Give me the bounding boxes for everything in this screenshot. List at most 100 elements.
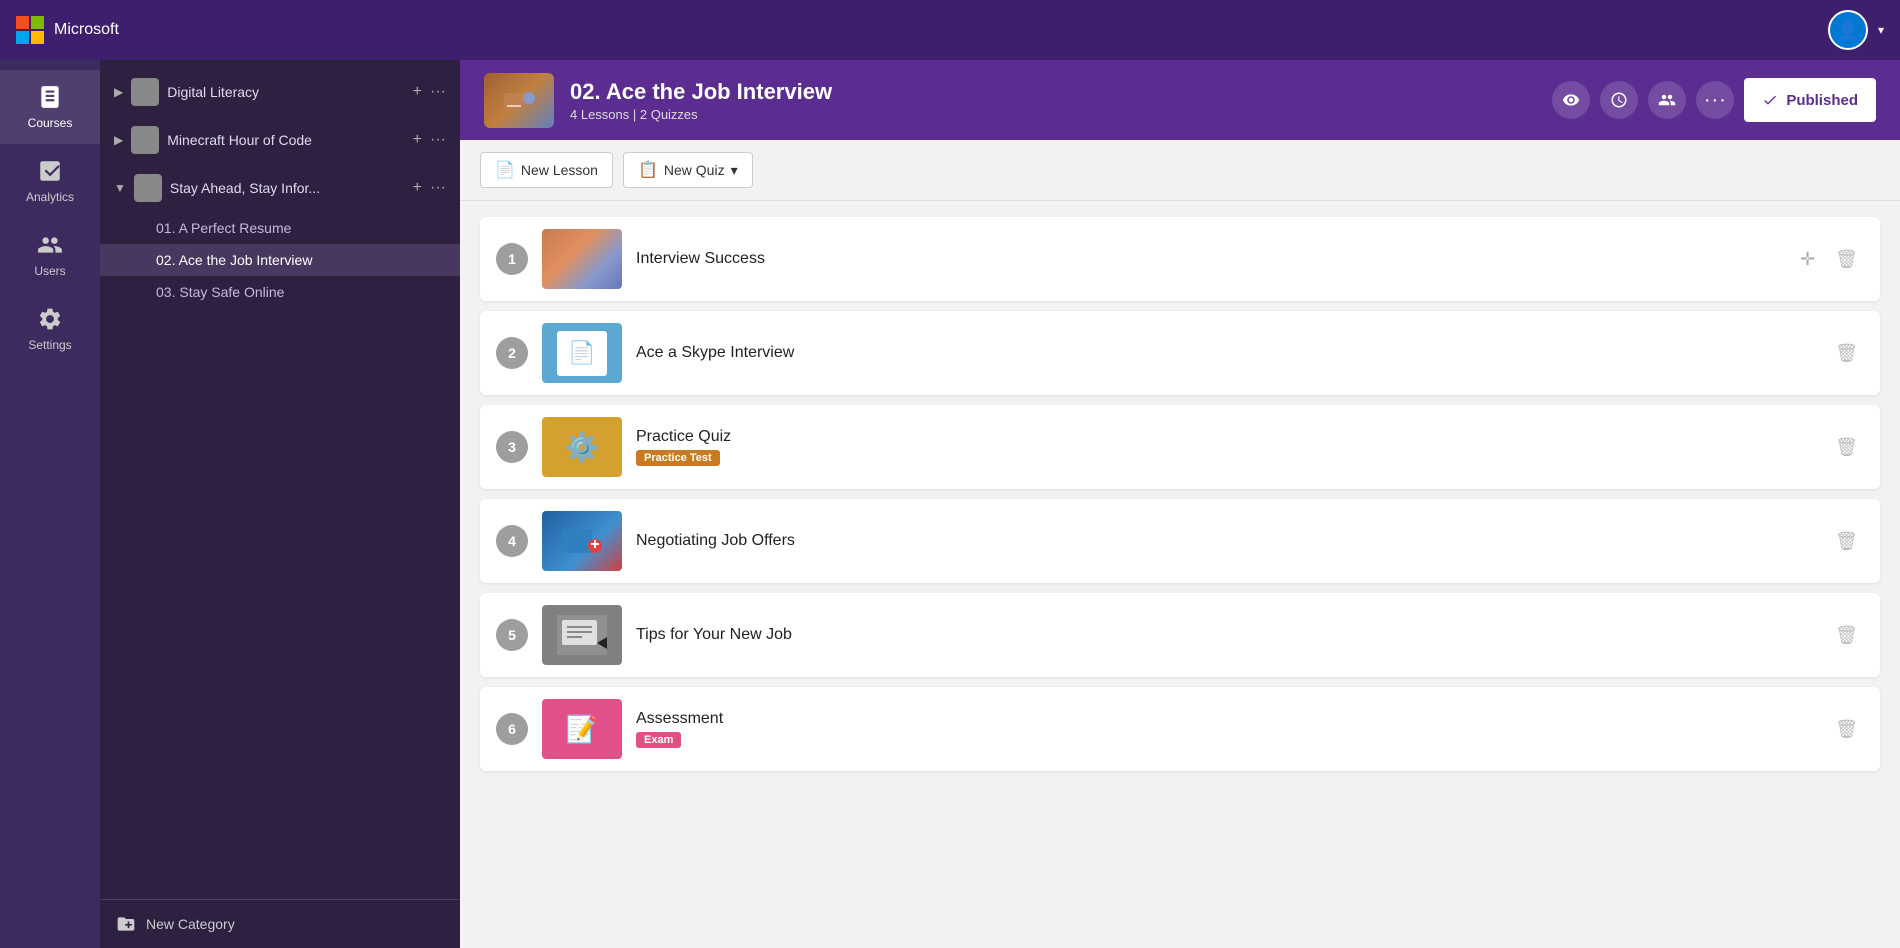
topbar: Microsoft 👤 ▾ <box>0 0 1900 60</box>
item-number-2: 2 <box>496 337 528 369</box>
item-card-6[interactable]: 6 📝 Assessment Exam 🗑 <box>480 687 1880 771</box>
delete-button-6[interactable]: 🗑 <box>1829 713 1864 746</box>
more-button-digital[interactable]: ··· <box>430 83 446 101</box>
course-actions-stay-ahead: + ··· <box>413 179 446 197</box>
item-name-5: Tips for Your New Job <box>636 626 1815 644</box>
item-number-5: 5 <box>496 619 528 651</box>
thumb-5-svg <box>557 615 607 655</box>
item-name-6: Assessment <box>636 710 1815 728</box>
courses-icon <box>37 84 63 110</box>
add-button-digital[interactable]: + <box>413 83 422 101</box>
item-thumb-2: 📄 <box>542 323 622 383</box>
add-button-minecraft[interactable]: + <box>413 131 422 149</box>
analytics-icon <box>37 158 63 184</box>
new-lesson-label: New Lesson <box>521 162 598 178</box>
toolbar: 📄 New Lesson 📋 New Quiz ▾ <box>460 140 1900 201</box>
more-button-minecraft[interactable]: ··· <box>430 131 446 149</box>
nav-label-settings: Settings <box>28 338 71 352</box>
topbar-left: Microsoft <box>16 16 119 44</box>
sidebar-item-settings[interactable]: Settings <box>0 292 100 366</box>
course-item-minecraft[interactable]: ▶ Minecraft Hour of Code + ··· <box>100 116 460 164</box>
chevron-collapsed-icon-mc: ▶ <box>114 133 123 147</box>
course-meta: 4 Lessons | 2 Quizzes <box>570 107 1536 122</box>
delete-button-2[interactable]: 🗑 <box>1829 337 1864 370</box>
course-item-stay-ahead[interactable]: ▼ Stay Ahead, Stay Infor... + ··· <box>100 164 460 212</box>
new-lesson-icon: 📄 <box>495 160 515 180</box>
user-group-icon <box>1658 91 1676 109</box>
sidebar: ▶ Digital Literacy + ··· ▶ Minecraft Hou… <box>100 60 460 948</box>
more-button-stay-ahead[interactable]: ··· <box>430 179 446 197</box>
item-info-3: Practice Quiz Practice Test <box>636 428 1815 466</box>
item-card-5[interactable]: 5 Tips for Your New Job 🗑 <box>480 593 1880 677</box>
item-number-3: 3 <box>496 431 528 463</box>
avatar[interactable]: 👤 <box>1828 10 1868 50</box>
nav-label-analytics: Analytics <box>26 190 74 204</box>
add-button-stay-ahead[interactable]: + <box>413 179 422 197</box>
sidebar-footer[interactable]: New Category <box>100 899 460 948</box>
item-name-4: Negotiating Job Offers <box>636 532 1815 550</box>
sub-item-03[interactable]: 03. Stay Safe Online <box>100 276 460 308</box>
thumb-2-inner: 📄 <box>557 331 607 376</box>
item-card-2[interactable]: 2 📄 Ace a Skype Interview 🗑 <box>480 311 1880 395</box>
delete-button-4[interactable]: 🗑 <box>1829 525 1864 558</box>
sub-item-02[interactable]: 02. Ace the Job Interview <box>100 244 460 276</box>
delete-button-5[interactable]: 🗑 <box>1829 619 1864 652</box>
item-info-4: Negotiating Job Offers <box>636 532 1815 550</box>
chevron-expanded-icon: ▼ <box>114 181 126 195</box>
nav-label-courses: Courses <box>28 116 73 130</box>
item-thumb-1 <box>542 229 622 289</box>
course-header-info: 02. Ace the Job Interview 4 Lessons | 2 … <box>570 79 1536 122</box>
item-name-2: Ace a Skype Interview <box>636 344 1815 362</box>
items-list: 1 Interview Success ✛ 🗑 2 📄 Ace a Skype … <box>460 201 1900 948</box>
course-actions-digital: + ··· <box>413 83 446 101</box>
badge-practice: Practice Test <box>636 450 720 466</box>
eye-icon <box>1562 91 1580 109</box>
schedule-button[interactable] <box>1600 81 1638 119</box>
course-header-thumbnail <box>484 73 554 128</box>
course-name-digital: Digital Literacy <box>167 84 404 100</box>
item-thumb-6: 📝 <box>542 699 622 759</box>
sidebar-item-users[interactable]: Users <box>0 218 100 292</box>
new-quiz-icon: 📋 <box>638 160 658 180</box>
item-info-6: Assessment Exam <box>636 710 1815 748</box>
course-actions-minecraft: + ··· <box>413 131 446 149</box>
delete-button-3[interactable]: 🗑 <box>1829 431 1864 464</box>
avatar-caret[interactable]: ▾ <box>1878 23 1884 37</box>
course-icon-minecraft <box>131 126 159 154</box>
sidebar-content: ▶ Digital Literacy + ··· ▶ Minecraft Hou… <box>100 60 460 899</box>
quiz-caret-icon: ▾ <box>731 162 738 179</box>
app-title: Microsoft <box>54 21 119 39</box>
new-quiz-label: New Quiz <box>664 162 725 178</box>
item-card-3[interactable]: 3 ⚙️ Practice Quiz Practice Test 🗑 <box>480 405 1880 489</box>
item-thumb-5 <box>542 605 622 665</box>
item-card-4[interactable]: 4 Negotiating Job Offers 🗑 <box>480 499 1880 583</box>
course-item-digital-literacy[interactable]: ▶ Digital Literacy + ··· <box>100 68 460 116</box>
new-quiz-button[interactable]: 📋 New Quiz ▾ <box>623 152 753 188</box>
item-card-1[interactable]: 1 Interview Success ✛ 🗑 <box>480 217 1880 301</box>
thumbnail-svg <box>499 83 539 118</box>
course-name-stay-ahead: Stay Ahead, Stay Infor... <box>170 180 405 196</box>
more-options-button[interactable]: ··· <box>1696 81 1734 119</box>
users-icon <box>37 232 63 258</box>
item-name-3: Practice Quiz <box>636 428 1815 446</box>
course-title: 02. Ace the Job Interview <box>570 79 1536 105</box>
item-info-1: Interview Success <box>636 250 1782 268</box>
published-icon <box>1762 92 1778 108</box>
more-dots-icon: ··· <box>1704 89 1727 112</box>
share-button[interactable] <box>1648 81 1686 119</box>
item-name-1: Interview Success <box>636 250 1782 268</box>
drag-handle-1[interactable]: ✛ <box>1800 249 1815 270</box>
delete-button-1[interactable]: 🗑 <box>1829 243 1864 276</box>
course-icon-digital <box>131 78 159 106</box>
thumbnail-image <box>484 73 554 128</box>
published-button[interactable]: Published <box>1744 78 1876 122</box>
sub-item-01[interactable]: 01. A Perfect Resume <box>100 212 460 244</box>
main-layout: Courses Analytics Users Settings ▶ Digit… <box>0 60 1900 948</box>
published-label: Published <box>1786 92 1858 109</box>
sidebar-item-analytics[interactable]: Analytics <box>0 144 100 218</box>
preview-button[interactable] <box>1552 81 1590 119</box>
sidebar-item-courses[interactable]: Courses <box>0 70 100 144</box>
badge-exam: Exam <box>636 732 681 748</box>
new-lesson-button[interactable]: 📄 New Lesson <box>480 152 613 188</box>
microsoft-logo <box>16 16 44 44</box>
